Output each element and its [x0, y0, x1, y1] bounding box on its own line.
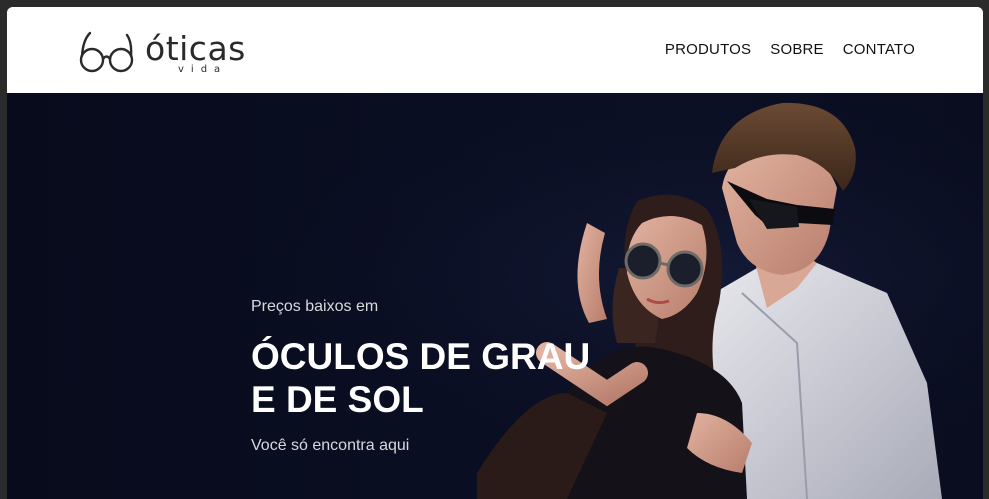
nav-sobre[interactable]: SOBRE — [770, 41, 824, 58]
hero-kicker: Preços baixos em — [251, 298, 379, 315]
browser-window: óticas vida PRODUTOS SOBRE CONTATO Preço… — [7, 7, 983, 499]
hero-banner: Preços baixos em ÓCULOS DE GRAU E DE SOL… — [7, 93, 983, 499]
hero-photo-couple — [7, 93, 983, 499]
nav-contato[interactable]: CONTATO — [843, 41, 915, 58]
brand-name: óticas — [145, 29, 246, 68]
hero-headline: ÓCULOS DE GRAU E DE SOL — [251, 336, 591, 420]
nav-produtos[interactable]: PRODUTOS — [665, 41, 751, 58]
brand-subtitle: vida — [178, 64, 228, 75]
site-header: óticas vida PRODUTOS SOBRE CONTATO — [7, 7, 983, 93]
hero-tagline: Você só encontra aqui — [251, 437, 410, 454]
main-nav: PRODUTOS SOBRE CONTATO — [665, 41, 915, 58]
logo[interactable]: óticas vida — [79, 29, 259, 79]
glasses-icon — [79, 31, 134, 73]
